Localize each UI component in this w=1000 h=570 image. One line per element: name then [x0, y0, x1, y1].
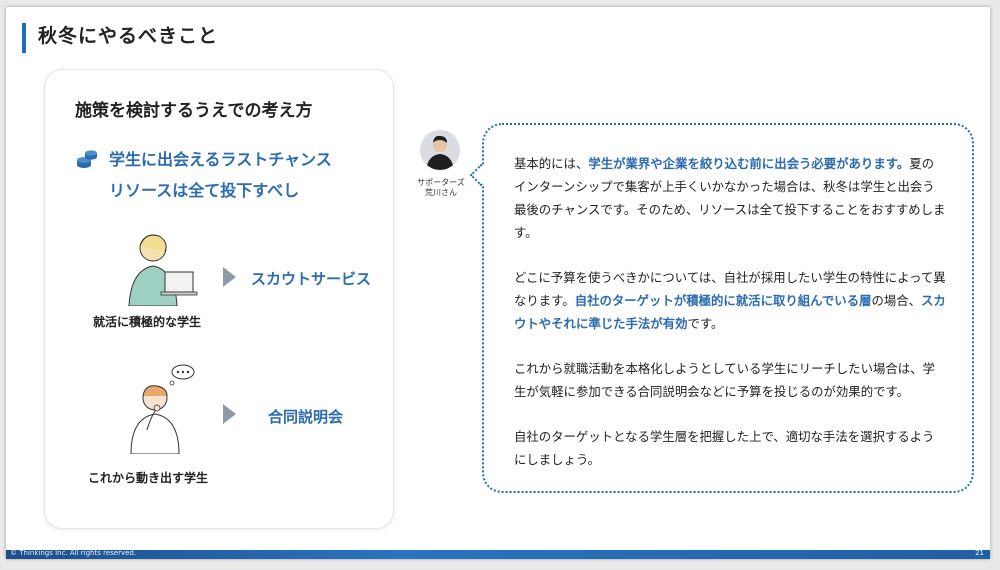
row1-service: スカウトサービス	[251, 270, 372, 288]
advice-paragraph-1: 基本的には、学生が業界や企業を絞り込む前に出会う必要があります。夏のインターンシ…	[514, 152, 946, 244]
highlight-text: 自社のターゲットが積極的に就活に取り組んでいる層	[574, 293, 872, 308]
slide: 秋冬にやるべきこと 施策を検討するうえでの考え方 学生に出会えるラストチャンス …	[6, 7, 990, 559]
footer-bar	[6, 550, 990, 559]
row1-caption: 就活に積極的な学生	[92, 315, 201, 329]
card-title: 施策を検討するうえでの考え方	[75, 101, 313, 121]
text-span: の場合、	[871, 293, 922, 308]
text-span: です。	[687, 316, 724, 331]
advisor-name: 荒川さん	[425, 188, 457, 197]
coins-icon	[77, 150, 97, 168]
title-accent-bar	[22, 23, 26, 53]
card-subtitle-line1: 学生に出会えるラストチャンス	[109, 150, 332, 169]
thinking-student-illustration	[130, 364, 195, 454]
advice-paragraph-3: これから就職活動を本格化しようとしている学生にリーチしたい場合は、学生が気軽に参…	[514, 361, 935, 399]
advice-paragraph-4: 自社のターゲットとなる学生層を把握した上で、適切な手法を選択するようにしましょう…	[514, 429, 935, 467]
approach-card: 施策を検討するうえでの考え方 学生に出会えるラストチャンス リソースは全て投下す…	[44, 69, 394, 529]
text-span: 基本的には、	[514, 156, 589, 171]
slide-title: 秋冬にやるべきこと	[38, 25, 219, 47]
card-subtitle: 学生に出会えるラストチャンス リソースは全て投下すべし	[109, 144, 332, 206]
advice-paragraph-2: どこに予算を使うべきかについては、自社が採用したい学生の特性によって異なります。…	[514, 266, 946, 335]
arrow-right-icon	[223, 404, 236, 424]
highlight-text: 学生が業界や企業を絞り込む前に出会う必要があります。	[588, 156, 910, 171]
row2-caption: これから動き出す学生	[87, 471, 208, 485]
arrow-right-icon	[223, 267, 236, 287]
advisor-avatar	[420, 130, 460, 170]
page-number: 21	[975, 549, 984, 557]
footer-copyright: © Thinkings Inc. All rights reserved.	[10, 549, 137, 557]
advice-text: 基本的には、学生が業界や企業を絞り込む前に出会う必要があります。夏のインターンシ…	[514, 152, 946, 493]
student-laptop-illustration	[128, 234, 198, 306]
advisor-photo-icon	[420, 130, 460, 170]
row2-service: 合同説明会	[268, 408, 344, 426]
card-subtitle-line2: リソースは全て投下すべし	[109, 181, 300, 200]
